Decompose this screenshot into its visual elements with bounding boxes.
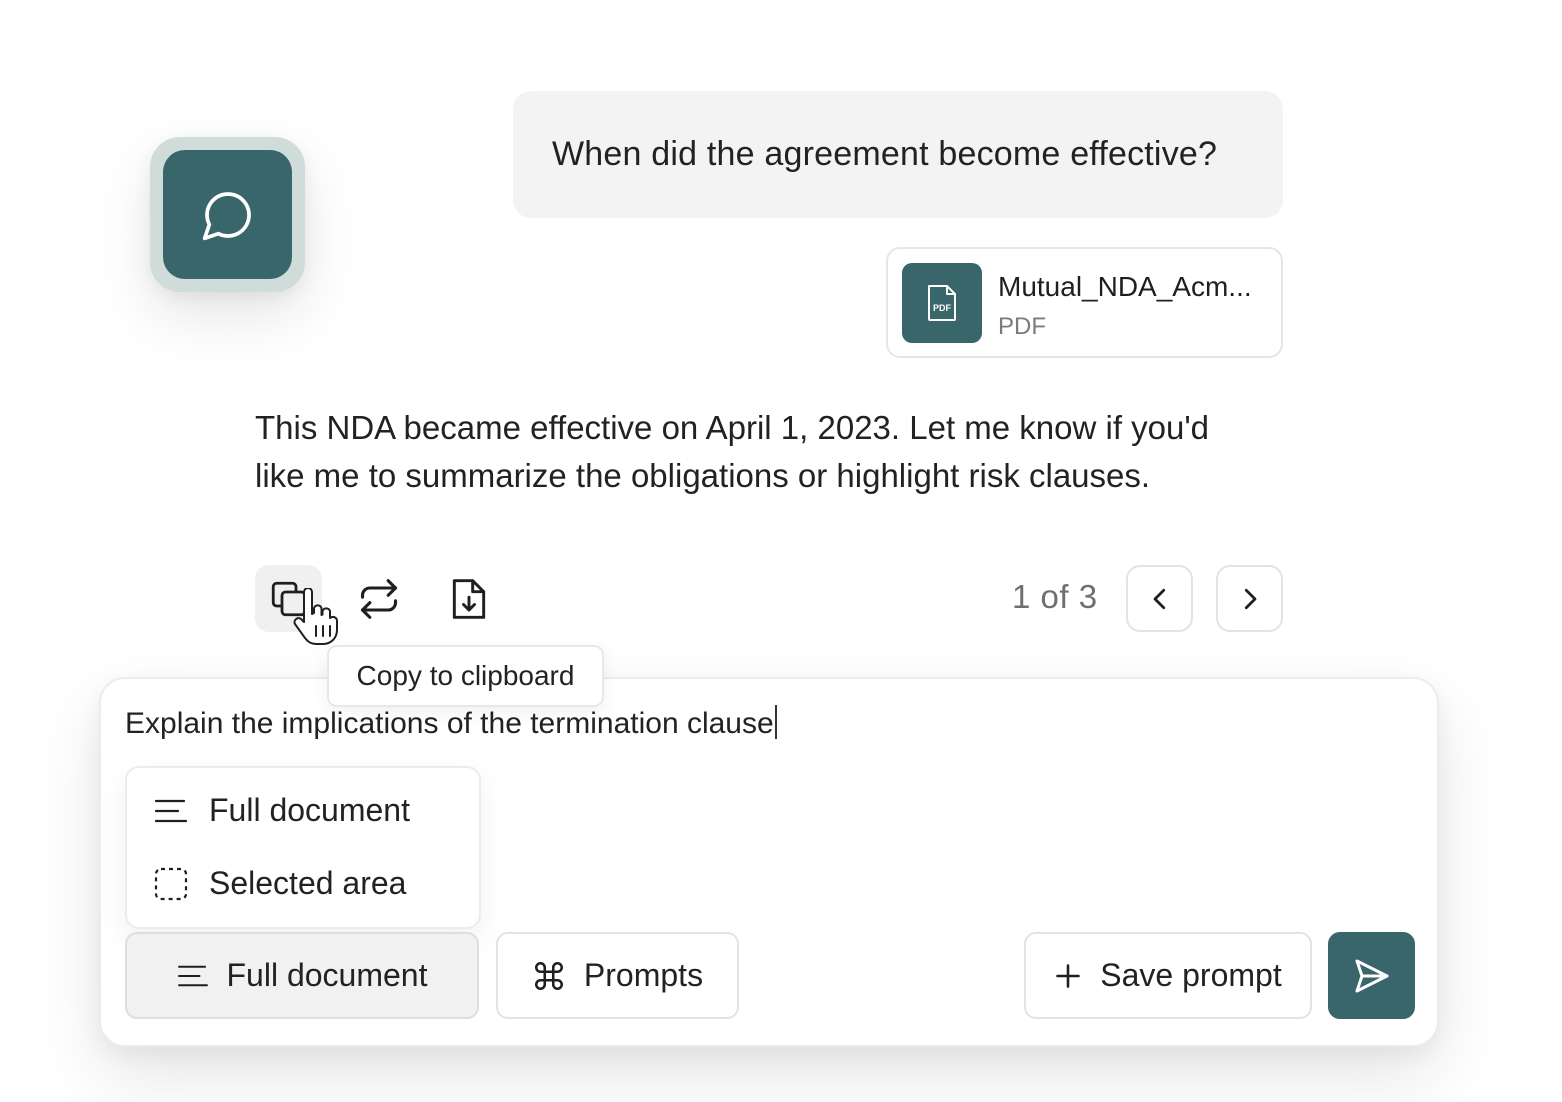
app-icon <box>163 150 292 279</box>
menu-item-full-document[interactable]: Full document <box>153 792 410 829</box>
regenerate-icon <box>360 578 397 619</box>
command-icon <box>532 959 566 993</box>
menu-item-selected-area[interactable]: Selected area <box>153 865 406 902</box>
previous-response-button[interactable] <box>1126 565 1193 632</box>
save-prompt-button[interactable]: Save prompt <box>1024 932 1312 1019</box>
text-caret <box>774 705 777 739</box>
lines-icon <box>153 793 189 829</box>
scope-dropdown-menu: Full document Selected area <box>125 766 481 929</box>
download-button[interactable] <box>435 565 502 632</box>
prompt-input[interactable]: Explain the implications of the terminat… <box>125 705 777 741</box>
menu-item-label: Full document <box>209 792 410 828</box>
user-message-text: When did the agreement become effective? <box>552 135 1218 173</box>
chat-stage: When did the agreement become effective?… <box>0 0 1562 1102</box>
app-icon-tile <box>150 137 305 292</box>
prompt-input-value: Explain the implications of the terminat… <box>125 707 774 740</box>
chevron-right-icon <box>1244 588 1256 609</box>
attachment-name: Mutual_NDA_Acm... <box>998 271 1252 302</box>
pdf-thumb-label: PDF <box>933 303 952 313</box>
menu-item-label: Selected area <box>209 865 407 901</box>
pager-text: 1 of 3 <box>1012 578 1098 615</box>
attachment-card[interactable]: PDF Mutual_NDA_Acm... PDF <box>886 247 1283 358</box>
user-message-bubble: When did the agreement become effective? <box>513 91 1283 218</box>
scope-select-button[interactable]: Full document <box>125 932 479 1019</box>
dashed-square-icon <box>153 866 189 902</box>
chat-bubble-icon <box>202 191 251 240</box>
send-button[interactable] <box>1328 932 1415 1019</box>
next-response-button[interactable] <box>1216 565 1283 632</box>
prompts-button-label: Prompts <box>583 957 704 993</box>
chevron-left-icon <box>1153 588 1165 609</box>
send-icon <box>1355 959 1388 992</box>
plus-icon <box>1054 962 1082 990</box>
download-document-icon <box>452 578 485 619</box>
copy-tooltip: Copy to clipboard <box>327 645 604 707</box>
pdf-file-icon: PDF <box>902 263 982 343</box>
lines-icon <box>177 963 209 989</box>
attachment-type: PDF <box>998 313 1046 340</box>
pointer-hand-cursor-icon <box>293 588 339 645</box>
composer-panel: Explain the implications of the terminat… <box>99 677 1439 1047</box>
prompts-button[interactable]: Prompts <box>496 932 739 1019</box>
scope-button-label: Full document <box>226 957 428 993</box>
save-prompt-label: Save prompt <box>1100 957 1282 993</box>
regenerate-button[interactable] <box>345 565 412 632</box>
assistant-reply: This NDA became effective on April 1, 20… <box>255 409 1210 494</box>
